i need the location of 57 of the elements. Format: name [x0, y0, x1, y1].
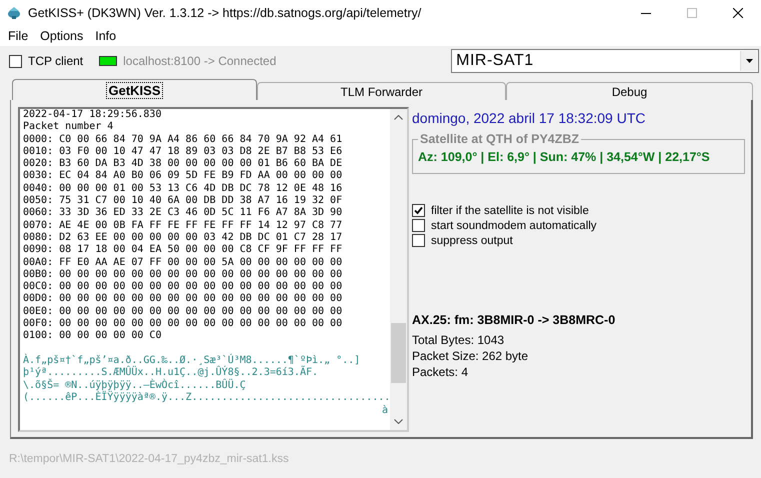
stat-label: Packet Size: 262 byte	[412, 349, 530, 363]
group-title: Satellite at QTH of PY4ZBZ	[419, 132, 580, 146]
checkbox-label: filter if the satellite is not visible	[431, 204, 589, 216]
stat-label: Total Bytes: 1043	[412, 333, 506, 347]
ascii-line: À.f„pš¤†`f„pš’¤a.ð..GG.‰..Ø.·¸Sæ³`Ú³M8......¶`ºÞì.„ °..]	[23, 354, 362, 366]
log-line: 0020: B3 60 DA B3 4D 38 00 00 00 00 00 01 B6 60 BA DE	[23, 158, 344, 170]
checkbox-label: TCP client	[28, 54, 84, 68]
log-line: 0070: AE 4E 00 0B FA FF FE FF FE FF FF 14 12 97 C8 77	[23, 220, 344, 232]
log-line: 0050: 75 31 C7 00 10 40 6A 00 DB DD 38 A7 16 19 32 0F	[23, 195, 344, 208]
ascii-line: à	[380, 404, 389, 418]
menu-item[interactable]: Info	[89, 29, 122, 43]
log-line: 2022-04-17 18:29:56.830	[23, 109, 162, 121]
scroll-down-icon[interactable]	[394, 419, 403, 424]
minimize-icon[interactable]	[641, 12, 651, 14]
log-line: 00C0: 00 00 00 00 00 00 00 00 00 00 00 00 00 00 00 00	[23, 281, 344, 294]
checkbox[interactable]	[9, 54, 22, 68]
tab[interactable]: GetKISS	[12, 79, 257, 100]
log-line: 0060: 33 3D 36 ED 33 2E C3 46 0D 5C 11 F6 A7 8A 3D 90	[23, 207, 344, 220]
datetime-label: domingo, 2022 abril 17 18:32:09 UTC	[412, 110, 646, 126]
log-line: 00E0: 00 00 00 00 00 00 00 00 00 00 00 00 00 00 00 00	[23, 306, 344, 318]
checkbox[interactable]	[412, 219, 425, 232]
log-line: 0100: 00 00 00 00 00 C0	[23, 330, 162, 343]
log-line: 0040: 00 00 00 01 00 53 13 C6 4D DB DC 78 12 0E 48 16	[23, 182, 344, 196]
log-line: 00F0: 00 00 00 00 00 00 00 00 00 00 00 00 00 00 00 00	[23, 318, 344, 330]
app-icon	[6, 5, 22, 21]
stat-label: Packets: 4	[412, 365, 470, 379]
checkbox-label: start soundmodem automatically	[431, 220, 597, 232]
tab[interactable]: TLM Forwarder	[257, 82, 506, 100]
close-icon[interactable]	[733, 8, 743, 18]
checkbox[interactable]	[412, 204, 425, 217]
scrollbar-thumb[interactable]	[391, 323, 406, 383]
log-line: 0000: C0 00 66 84 70 9A A4 86 60 66 84 70 9A 92 A4 61	[23, 134, 344, 146]
file-path: R:\tempor\MIR-SAT1\2022-04-17_py4zbz_mir-sat1.kss	[9, 453, 289, 465]
checkbox-label: suppress output	[431, 234, 513, 246]
log-line: 00A0: FF E0 AA AE 07 FF 00 00 00 5A 00 00 00 00 00 00	[23, 256, 344, 269]
window-title: GetKISS+ (DK3WN) Ver. 1.3.12 -> https://db.satnogs.org/api/telemetry/	[28, 6, 422, 20]
connection-status: localhost:8100 -> Connected	[123, 54, 278, 68]
scroll-up-icon[interactable]	[394, 115, 403, 120]
packet-log[interactable]	[18, 107, 409, 432]
log-line: 0030: EC 04 84 A0 B0 06 09 5D FE B9 FD AA 00 00 00 00	[23, 170, 344, 183]
ax25-header: AX.25: fm: 3B8MIR-0 -> 3B8MRC-0	[412, 313, 616, 327]
menu-item[interactable]: Options	[34, 29, 90, 43]
tab[interactable]: Debug	[506, 82, 753, 100]
checkbox[interactable]	[412, 234, 425, 247]
ascii-line: þ¹ýª.........S.ÆMÛÜx..H.u1Ç..@j.ÛÝ8§..2.3=6í3.ÃF.	[23, 367, 320, 378]
ascii-line: \.õ§Š= ®N..úÿþÿþÿÿ..—ÈwÒcî......BÛÜ.Ç	[23, 380, 246, 391]
menu-item[interactable]: File	[2, 29, 34, 43]
satellite-position: Az: 109,0° | El: 6,9° | Sun: 47% | 34,54°W | 22,17°S	[418, 150, 711, 164]
log-line: 0090: 08 17 18 00 04 EA 50 00 00 00 C8 CF 9F FF FF FF	[23, 244, 344, 257]
log-line: Packet number 4	[23, 121, 114, 134]
log-line: 00B0: 00 00 00 00 00 00 00 00 00 00 00 00 00 00 00 00	[23, 268, 344, 282]
satellite-dropdown[interactable]: MIR-SAT1	[451, 49, 760, 73]
ascii-line: (......êP...ÈÏŸÿÿÿÿàª®.ÿ...Z.................................	[23, 392, 390, 405]
log-line: 0080: D2 63 EE 00 00 00 00 00 03 42 DB DC 01 C7 28 17	[23, 232, 344, 244]
log-line: 00D0: 00 00 00 00 00 00 00 00 00 00 00 00 00 00 00 00	[23, 293, 344, 306]
log-line: 0010: 03 F0 00 10 47 47 18 89 03 03 D8 2E B7 B8 53 E6	[23, 146, 344, 158]
caret-icon	[746, 59, 753, 63]
